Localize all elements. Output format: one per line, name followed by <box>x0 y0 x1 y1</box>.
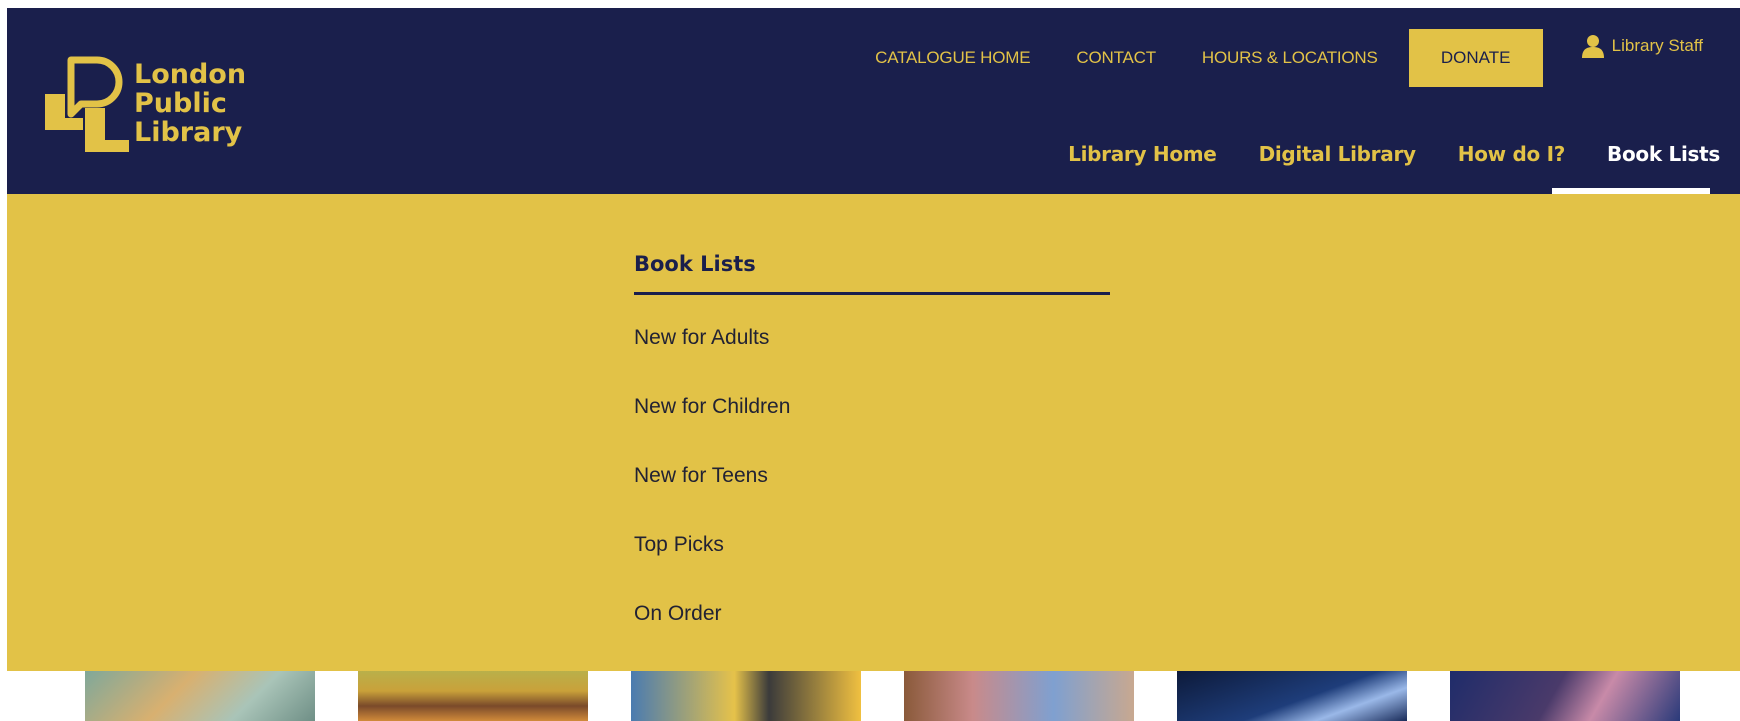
logo-line-library: Library <box>134 117 243 148</box>
library-logo[interactable]: London Public Library <box>45 52 285 162</box>
hours-locations-link[interactable]: HOURS & LOCATIONS <box>1202 48 1378 68</box>
dropdown-item-on-order[interactable]: On Order <box>634 600 790 669</box>
nav-digital-library[interactable]: Digital Library <box>1259 142 1416 166</box>
book-lists-dropdown: Book Lists New for Adults New for Childr… <box>7 194 1740 671</box>
book-covers-row <box>0 671 1740 721</box>
dropdown-list: New for Adults New for Children New for … <box>634 324 790 669</box>
nav-book-lists[interactable]: Book Lists <box>1607 142 1720 166</box>
book-cover[interactable] <box>1450 671 1680 721</box>
dropdown-item-top-picks[interactable]: Top Picks <box>634 531 790 600</box>
logo-line-public: Public <box>134 88 227 119</box>
book-cover[interactable] <box>904 671 1134 721</box>
donate-button[interactable]: DONATE <box>1408 29 1543 87</box>
dropdown-item-new-for-teens[interactable]: New for Teens <box>634 462 790 531</box>
dropdown-heading: Book Lists <box>634 252 1110 295</box>
logo-line-london: London <box>134 59 247 90</box>
catalogue-home-link[interactable]: CATALOGUE HOME <box>875 48 1030 68</box>
nav-how-do-i[interactable]: How do I? <box>1458 142 1566 166</box>
nav-library-home[interactable]: Library Home <box>1068 142 1217 166</box>
dropdown-item-new-for-children[interactable]: New for Children <box>634 393 790 462</box>
book-cover[interactable] <box>358 671 588 721</box>
contact-link[interactable]: CONTACT <box>1076 48 1156 68</box>
library-staff-link[interactable]: Library Staff <box>1581 34 1703 58</box>
user-icon <box>1581 35 1604 58</box>
dropdown-item-new-for-adults[interactable]: New for Adults <box>634 324 790 393</box>
utility-nav: CATALOGUE HOME CONTACT HOURS & LOCATIONS… <box>875 29 1740 87</box>
book-cover[interactable] <box>631 671 861 721</box>
library-staff-label: Library Staff <box>1611 36 1703 55</box>
book-cover[interactable] <box>1177 671 1407 721</box>
logo-mark-icon <box>45 56 129 152</box>
book-cover[interactable] <box>85 671 315 721</box>
main-nav: Library Home Digital Library How do I? B… <box>1068 132 1740 176</box>
site-header: London Public Library CATALOGUE HOME CON… <box>7 8 1740 194</box>
logo-text: London Public Library <box>134 60 246 147</box>
